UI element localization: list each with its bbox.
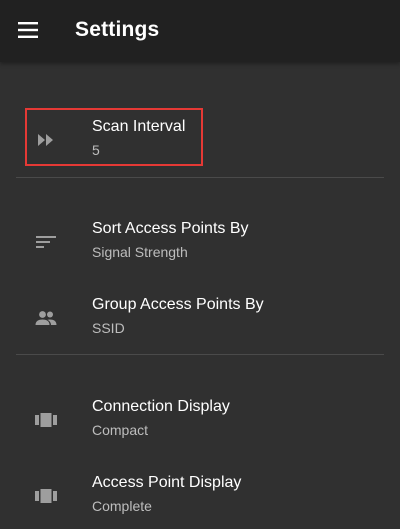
divider <box>16 354 384 355</box>
view-array-icon <box>35 489 57 503</box>
setting-title: Group Access Points By <box>92 296 264 313</box>
setting-value: SSID <box>92 320 125 336</box>
setting-access-point-display[interactable]: Access Point Display Complete <box>0 470 400 526</box>
sort-icon <box>36 236 56 248</box>
menu-icon[interactable] <box>18 22 38 38</box>
setting-value: 5 <box>92 142 100 158</box>
setting-group-access-points[interactable]: Group Access Points By SSID <box>0 292 400 348</box>
divider <box>16 177 384 178</box>
setting-scan-interval[interactable]: Scan Interval 5 <box>0 114 400 170</box>
setting-value: Complete <box>92 498 152 514</box>
view-array-icon <box>35 413 57 427</box>
setting-value: Signal Strength <box>92 244 188 260</box>
setting-title: Connection Display <box>92 398 230 415</box>
setting-value: Compact <box>92 422 149 438</box>
setting-connection-display[interactable]: Connection Display Compact <box>0 394 400 450</box>
setting-title: Access Point Display <box>92 474 242 491</box>
settings-list: Scan Interval 5 Sort Access Points By Si… <box>0 62 400 529</box>
setting-title: Scan Interval <box>92 118 186 135</box>
setting-sort-access-points[interactable]: Sort Access Points By Signal Strength <box>0 216 400 272</box>
app-bar: Settings <box>0 0 400 62</box>
group-icon <box>35 311 57 325</box>
fast-forward-icon <box>38 134 53 146</box>
page-title: Settings <box>75 18 160 41</box>
setting-title: Sort Access Points By <box>92 220 249 237</box>
